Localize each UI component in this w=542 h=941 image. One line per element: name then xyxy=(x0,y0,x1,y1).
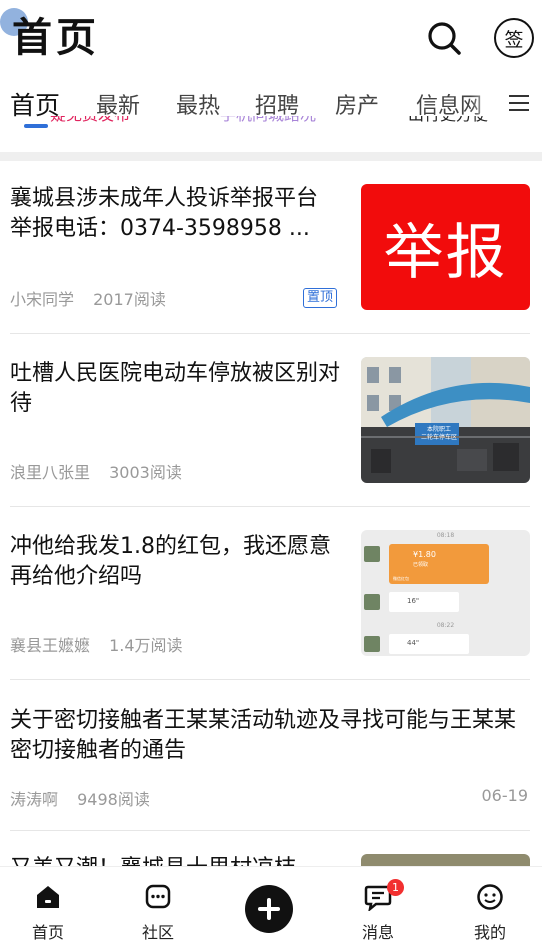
avatar xyxy=(364,546,380,562)
sign-in-button[interactable]: 签 xyxy=(494,18,534,58)
divider xyxy=(10,830,530,831)
thumbnail-text: 举报 xyxy=(383,217,508,288)
article-author: 浪里八张里 xyxy=(10,463,91,482)
article-title: 又美又潮！襄城县十里村凉桔 xyxy=(10,854,340,866)
article-meta: 襄县王嬷嬷 1.4万阅读 xyxy=(10,632,197,656)
article-thumbnail: 本院职工 二轮车停车区 xyxy=(361,357,530,483)
sign-label: 签 xyxy=(504,28,524,51)
red-packet-message: ¥1.80 已领取 微信红包 xyxy=(389,544,489,584)
message-badge: 1 xyxy=(387,879,404,896)
smile-face-icon xyxy=(477,884,503,910)
avatar xyxy=(364,594,380,610)
avatar xyxy=(364,636,380,652)
article-thumbnail xyxy=(361,854,530,866)
article-reads: 3003阅读 xyxy=(109,463,182,482)
nav-home[interactable]: 首页 xyxy=(8,867,88,941)
article-thumbnail: 08:18 ¥1.80 已领取 微信红包 16" 08:22 44" xyxy=(361,530,530,656)
article-title: 冲他给我发1.8的红包，我还愿意再给他介绍吗 xyxy=(10,534,331,589)
ticker-item[interactable]: 出行更方便 xyxy=(408,116,488,126)
article-author: 襄县王嬷嬷 xyxy=(10,636,91,655)
divider xyxy=(10,506,530,507)
pinned-badge-wrap: 置顶 xyxy=(303,286,338,308)
article-meta: 涛涛啊 9498阅读 xyxy=(10,786,164,810)
post-button[interactable] xyxy=(245,885,293,933)
divider xyxy=(10,333,530,334)
chat-time: 08:22 xyxy=(436,622,455,629)
pinned-badge: 置顶 xyxy=(303,288,338,308)
nav-community[interactable]: 社区 xyxy=(118,867,198,941)
hamburger-icon xyxy=(509,95,529,111)
red-packet-amount: ¥1.80 xyxy=(413,550,436,559)
article-item[interactable]: 又美又潮！襄城县十里村凉桔 xyxy=(0,850,542,866)
section-separator xyxy=(0,152,542,161)
page-title: 首页 xyxy=(12,15,100,61)
parking-photo xyxy=(361,357,530,483)
nav-messages[interactable]: 消息 xyxy=(338,867,418,941)
bottom-navigation: 首页 社区 消息 1 我的 xyxy=(0,866,542,941)
nav-messages-label: 消息 xyxy=(361,923,394,941)
divider xyxy=(10,679,530,680)
nav-home-label: 首页 xyxy=(31,923,64,941)
nav-me-label: 我的 xyxy=(473,923,506,941)
article-title: 吐槽人民医院电动车停放被区别对待 xyxy=(10,361,341,416)
article-author: 小宋同学 xyxy=(10,290,75,309)
home-icon xyxy=(37,886,59,908)
voice-message: 44" xyxy=(389,634,469,654)
search-button[interactable] xyxy=(424,18,464,58)
search-icon xyxy=(428,22,461,55)
ticker-item[interactable]: 手机同城路况 xyxy=(220,116,316,126)
parking-sign-text: 本院职工 二轮车停车区 xyxy=(420,426,457,441)
article-meta: 浪里八张里 3003阅读 xyxy=(10,459,196,483)
article-reads: 2017阅读 xyxy=(93,290,166,309)
active-tab-indicator xyxy=(24,124,48,128)
red-packet-footer: 微信红包 xyxy=(393,576,409,581)
chat-time: 08:18 xyxy=(436,532,455,539)
article-date: 06-19 xyxy=(481,786,529,805)
voice-duration: 16" xyxy=(407,597,420,605)
red-packet-status: 已领取 xyxy=(413,562,429,568)
voice-message: 16" xyxy=(389,592,459,612)
nav-me[interactable]: 我的 xyxy=(450,867,530,941)
ticker-banner[interactable]: 疑免费发布 手机同城路况 出行更方便 xyxy=(0,116,542,152)
ticker-item[interactable]: 疑免费发布 xyxy=(50,116,130,126)
article-reads: 1.4万阅读 xyxy=(109,636,183,655)
article-title: 关于密切接触者王某某活动轨迹及寻找可能与王某某密切接触者的通告 xyxy=(10,708,517,763)
article-thumbnail: 举报 xyxy=(361,184,530,310)
article-author: 涛涛啊 xyxy=(10,790,59,809)
app-header: 首页 签 xyxy=(0,0,542,80)
article-meta: 小宋同学 2017阅读 xyxy=(10,286,180,310)
article-reads: 9498阅读 xyxy=(77,790,150,809)
nav-community-label: 社区 xyxy=(141,923,174,941)
article-title: 襄城县涉未成年人投诉举报平台 举报电话：0374-3598958 ... xyxy=(10,186,319,241)
chat-bubble-icon xyxy=(145,884,171,909)
voice-duration: 44" xyxy=(407,639,420,647)
